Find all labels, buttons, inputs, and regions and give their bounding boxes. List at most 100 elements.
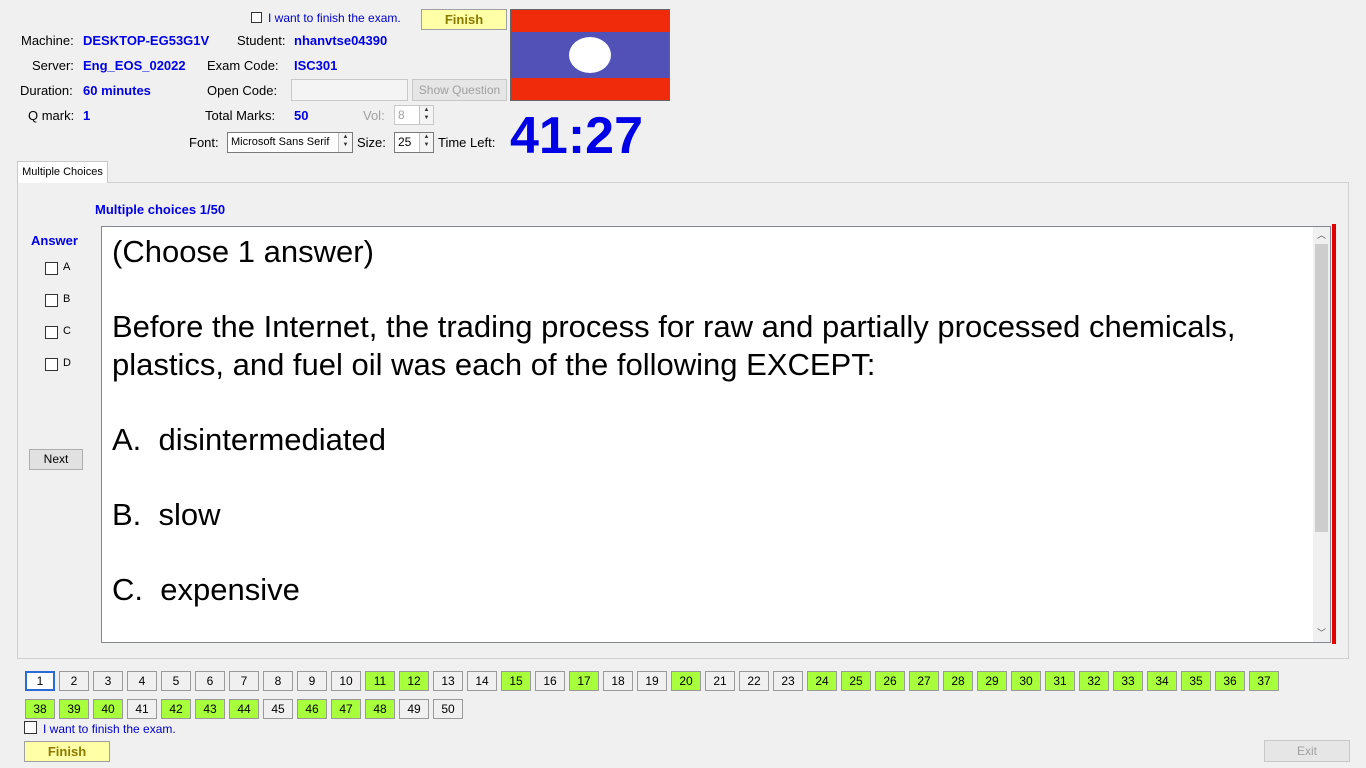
show-question-button[interactable]: Show Question (412, 79, 507, 101)
question-text: (Choose 1 answer) Before the Internet, t… (112, 234, 1236, 607)
flag-image (510, 9, 670, 101)
answer-heading: Answer (31, 233, 78, 248)
font-size-value: 25 (398, 135, 412, 149)
question-nav-button[interactable]: 38 (25, 699, 55, 719)
size-label: Size: (357, 135, 386, 150)
question-nav-button[interactable]: 36 (1215, 671, 1245, 691)
question-nav-button[interactable]: 12 (399, 671, 429, 691)
machine-label: Machine: (21, 33, 74, 48)
exam-code-label: Exam Code: (207, 58, 279, 73)
volume-spin-arrows[interactable]: ▲ ▼ (419, 106, 433, 124)
question-nav-button[interactable]: 35 (1181, 671, 1211, 691)
question-nav-button[interactable]: 43 (195, 699, 225, 719)
question-nav-button[interactable]: 49 (399, 699, 429, 719)
question-nav-button[interactable]: 2 (59, 671, 89, 691)
question-nav-button[interactable]: 41 (127, 699, 157, 719)
finish-exam-checkbox-bottom[interactable] (24, 721, 37, 734)
question-nav-button[interactable]: 34 (1147, 671, 1177, 691)
answer-d-checkbox[interactable] (45, 358, 58, 371)
question-nav-button[interactable]: 42 (161, 699, 191, 719)
question-nav-button[interactable]: 13 (433, 671, 463, 691)
question-nav-button[interactable]: 44 (229, 699, 259, 719)
answer-b-checkbox[interactable] (45, 294, 58, 307)
exam-code-value: ISC301 (294, 58, 338, 73)
question-content: (Choose 1 answer) Before the Internet, t… (101, 226, 1331, 643)
question-nav-button[interactable]: 40 (93, 699, 123, 719)
question-nav-button[interactable]: 32 (1079, 671, 1109, 691)
question-nav-button[interactable]: 47 (331, 699, 361, 719)
question-nav-button[interactable]: 4 (127, 671, 157, 691)
scrollbar-thumb[interactable] (1315, 244, 1328, 532)
question-nav-button[interactable]: 19 (637, 671, 667, 691)
question-nav-button[interactable]: 45 (263, 699, 293, 719)
vertical-scrollbar[interactable]: ︿ ﹀ (1313, 227, 1330, 642)
question-progress: Multiple choices 1/50 (95, 202, 226, 217)
student-label: Student: (237, 33, 286, 48)
question-nav-button[interactable]: 48 (365, 699, 395, 719)
question-nav-button[interactable]: 11 (365, 671, 395, 691)
size-spin-arrows[interactable]: ▲ ▼ (419, 133, 433, 152)
question-nav-button[interactable]: 39 (59, 699, 89, 719)
question-nav-button[interactable]: 22 (739, 671, 769, 691)
question-nav-button[interactable]: 29 (977, 671, 1007, 691)
duration-value: 60 minutes (83, 83, 151, 98)
total-marks-value: 50 (294, 108, 309, 123)
question-nav-button[interactable]: 20 (671, 671, 701, 691)
duration-label: Duration: (20, 83, 73, 98)
total-marks-label: Total Marks: (205, 108, 276, 123)
question-nav-button[interactable]: 10 (331, 671, 361, 691)
next-button[interactable]: Next (29, 449, 83, 470)
finish-button-top[interactable]: Finish (421, 9, 507, 30)
question-nav-button[interactable]: 16 (535, 671, 565, 691)
question-nav-button[interactable]: 9 (297, 671, 327, 691)
finish-button-bottom[interactable]: Finish (24, 741, 110, 762)
finish-exam-checkbox-top[interactable] (251, 12, 262, 23)
qmark-value: 1 (83, 108, 91, 123)
question-nav-button[interactable]: 17 (569, 671, 599, 691)
question-nav-button[interactable]: 46 (297, 699, 327, 719)
question-nav-button[interactable]: 14 (467, 671, 497, 691)
answer-c-checkbox[interactable] (45, 326, 58, 339)
open-code-input[interactable] (291, 79, 408, 101)
question-nav-button[interactable]: 5 (161, 671, 191, 691)
question-nav-button[interactable]: 18 (603, 671, 633, 691)
question-nav-button[interactable]: 15 (501, 671, 531, 691)
server-value: Eng_EOS_02022 (83, 58, 186, 73)
question-nav-button[interactable]: 28 (943, 671, 973, 691)
question-nav-button[interactable]: 33 (1113, 671, 1143, 691)
finish-exam-label-bottom: I want to finish the exam. (43, 722, 176, 736)
question-nav-button[interactable]: 31 (1045, 671, 1075, 691)
scroll-up-icon[interactable]: ︿ (1313, 227, 1330, 244)
question-nav-button[interactable]: 1 (25, 671, 55, 691)
volume-stepper[interactable]: 8 ▲ ▼ (394, 105, 434, 125)
exit-button[interactable]: Exit (1264, 740, 1350, 762)
font-label: Font: (189, 135, 219, 150)
question-nav-button[interactable]: 24 (807, 671, 837, 691)
open-code-label: Open Code: (207, 83, 278, 98)
question-nav-button[interactable]: 7 (229, 671, 259, 691)
font-selector[interactable]: Microsoft Sans Serif ▲ ▼ (227, 132, 353, 153)
font-value: Microsoft Sans Serif (231, 136, 330, 148)
volume-value: 8 (398, 108, 405, 122)
tab-multiple-choices[interactable]: Multiple Choices (17, 161, 108, 183)
vol-label: Vol: (363, 108, 385, 123)
answer-a-label: A (63, 261, 71, 273)
question-nav-button[interactable]: 37 (1249, 671, 1279, 691)
question-nav-button[interactable]: 6 (195, 671, 225, 691)
question-nav-button[interactable]: 30 (1011, 671, 1041, 691)
question-nav-button[interactable]: 50 (433, 699, 463, 719)
answer-d-label: D (63, 357, 71, 369)
question-nav-button[interactable]: 8 (263, 671, 293, 691)
question-nav-button[interactable]: 3 (93, 671, 123, 691)
answer-a-checkbox[interactable] (45, 262, 58, 275)
question-nav-button[interactable]: 26 (875, 671, 905, 691)
question-nav-button[interactable]: 23 (773, 671, 803, 691)
font-spin-arrows[interactable]: ▲ ▼ (338, 133, 352, 152)
red-indicator-bar (1332, 224, 1336, 644)
question-nav-button[interactable]: 25 (841, 671, 871, 691)
scroll-down-icon[interactable]: ﹀ (1313, 625, 1330, 642)
font-size-stepper[interactable]: 25 ▲ ▼ (394, 132, 434, 153)
question-nav-button[interactable]: 21 (705, 671, 735, 691)
qmark-label: Q mark: (28, 108, 75, 123)
question-nav-button[interactable]: 27 (909, 671, 939, 691)
